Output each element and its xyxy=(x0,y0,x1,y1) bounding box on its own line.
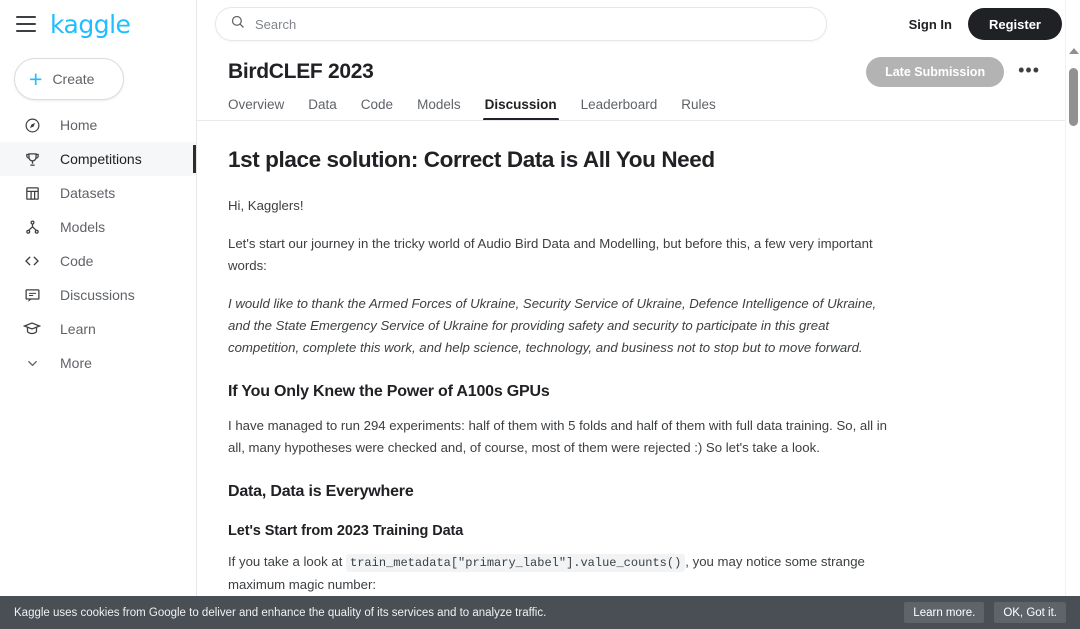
tab-leaderboard[interactable]: Leaderboard xyxy=(581,97,658,121)
sidebar-item-models[interactable]: Models xyxy=(0,210,196,244)
heading-training-data: Let's Start from 2023 Training Data xyxy=(228,523,464,539)
code-brackets-icon xyxy=(22,251,42,271)
main-content: Sign In Register BirdCLEF 2023 Late Subm… xyxy=(197,0,1080,629)
create-button-label: Create xyxy=(52,71,95,87)
paragraph-gpus: I have managed to run 294 experiments: h… xyxy=(228,418,888,455)
table-icon xyxy=(22,183,42,203)
sidebar-item-label: Competitions xyxy=(60,151,142,167)
tab-overview[interactable]: Overview xyxy=(228,97,284,121)
post-greeting: Hi, Kagglers! xyxy=(228,198,304,213)
sidebar-item-label: Models xyxy=(60,219,106,235)
search-bar[interactable] xyxy=(215,7,827,41)
heading-gpus: If You Only Knew the Power of A100s GPUs xyxy=(228,383,550,400)
post-intro: Let's start our journey in the tricky wo… xyxy=(228,236,873,273)
paragraph-text-before: If you take a look at xyxy=(228,554,347,569)
scrollbar-thumb[interactable] xyxy=(1069,68,1078,126)
tab-discussion[interactable]: Discussion xyxy=(482,97,559,121)
sidebar-item-code[interactable]: Code xyxy=(0,244,196,278)
register-button[interactable]: Register xyxy=(967,8,1062,40)
search-input[interactable] xyxy=(255,16,812,32)
model-nodes-icon xyxy=(22,217,42,237)
tab-models[interactable]: Models xyxy=(417,97,461,121)
plus-icon: + xyxy=(29,65,43,92)
inline-code-snippet: train_metadata["primary_label"].value_co… xyxy=(346,554,686,572)
sidebar-item-datasets[interactable]: Datasets xyxy=(0,176,196,210)
kaggle-logo[interactable]: kaggle xyxy=(50,12,131,37)
late-submission-button[interactable]: Late Submission xyxy=(866,57,1005,87)
top-bar: Sign In Register xyxy=(197,0,1080,48)
kaggle-page: kaggle + Create Home Competitions Datase… xyxy=(0,0,1080,629)
scroll-up-arrow-icon[interactable] xyxy=(1069,48,1079,54)
learn-more-button[interactable]: Learn more. xyxy=(904,602,985,623)
post-thanks: I would like to thank the Armed Forces o… xyxy=(228,296,877,355)
post-title: 1st place solution: Correct Data is All … xyxy=(228,147,715,172)
sidebar-item-more[interactable]: More xyxy=(0,346,196,380)
discussion-post: 1st place solution: Correct Data is All … xyxy=(197,121,1080,629)
compass-icon xyxy=(22,115,42,135)
cookie-banner-actions: Learn more. OK, Got it. xyxy=(904,602,1066,623)
sidebar: kaggle + Create Home Competitions Datase… xyxy=(0,0,197,629)
paragraph-value-counts: If you take a look at train_metadata["pr… xyxy=(228,551,893,596)
chevron-down-icon xyxy=(22,353,42,373)
page-title: BirdCLEF 2023 xyxy=(228,60,374,83)
sidebar-item-learn[interactable]: Learn xyxy=(0,312,196,346)
page-scrollbar[interactable] xyxy=(1065,0,1080,629)
search-icon xyxy=(230,14,245,34)
tab-code[interactable]: Code xyxy=(361,97,393,121)
cookie-banner: Kaggle uses cookies from Google to deliv… xyxy=(0,596,1080,629)
sidebar-item-label: Learn xyxy=(60,321,96,337)
sidebar-item-home[interactable]: Home xyxy=(0,108,196,142)
cookie-banner-text: Kaggle uses cookies from Google to deliv… xyxy=(14,606,547,619)
more-options-icon[interactable]: ••• xyxy=(1018,61,1040,80)
sidebar-item-label: Home xyxy=(60,117,98,133)
competition-tabs: Overview Data Code Models Discussion Lea… xyxy=(197,87,1080,121)
competition-header: BirdCLEF 2023 Late Submission ••• xyxy=(197,48,1080,87)
tab-rules[interactable]: Rules xyxy=(681,97,716,121)
sidebar-item-label: Datasets xyxy=(60,185,116,201)
top-bar-actions: Sign In Register xyxy=(909,8,1062,40)
competition-actions: Late Submission ••• xyxy=(866,52,1062,87)
create-button[interactable]: + Create xyxy=(14,58,124,100)
sidebar-brand-bar: kaggle xyxy=(0,0,196,48)
hamburger-icon[interactable] xyxy=(16,16,36,32)
sidebar-item-discussions[interactable]: Discussions xyxy=(0,278,196,312)
heading-data: Data, Data is Everywhere xyxy=(228,483,414,500)
graduation-cap-icon xyxy=(22,319,42,339)
sidebar-item-label: Code xyxy=(60,253,94,269)
trophy-icon xyxy=(22,149,42,169)
sidebar-item-label: Discussions xyxy=(60,287,135,303)
sidebar-nav: Home Competitions Datasets Models Code D… xyxy=(0,108,196,380)
accept-cookies-button[interactable]: OK, Got it. xyxy=(994,602,1066,623)
sidebar-item-competitions[interactable]: Competitions xyxy=(0,142,196,176)
sign-in-link[interactable]: Sign In xyxy=(909,17,952,32)
tab-data[interactable]: Data xyxy=(308,97,337,121)
comment-icon xyxy=(22,285,42,305)
sidebar-item-label: More xyxy=(60,355,92,371)
